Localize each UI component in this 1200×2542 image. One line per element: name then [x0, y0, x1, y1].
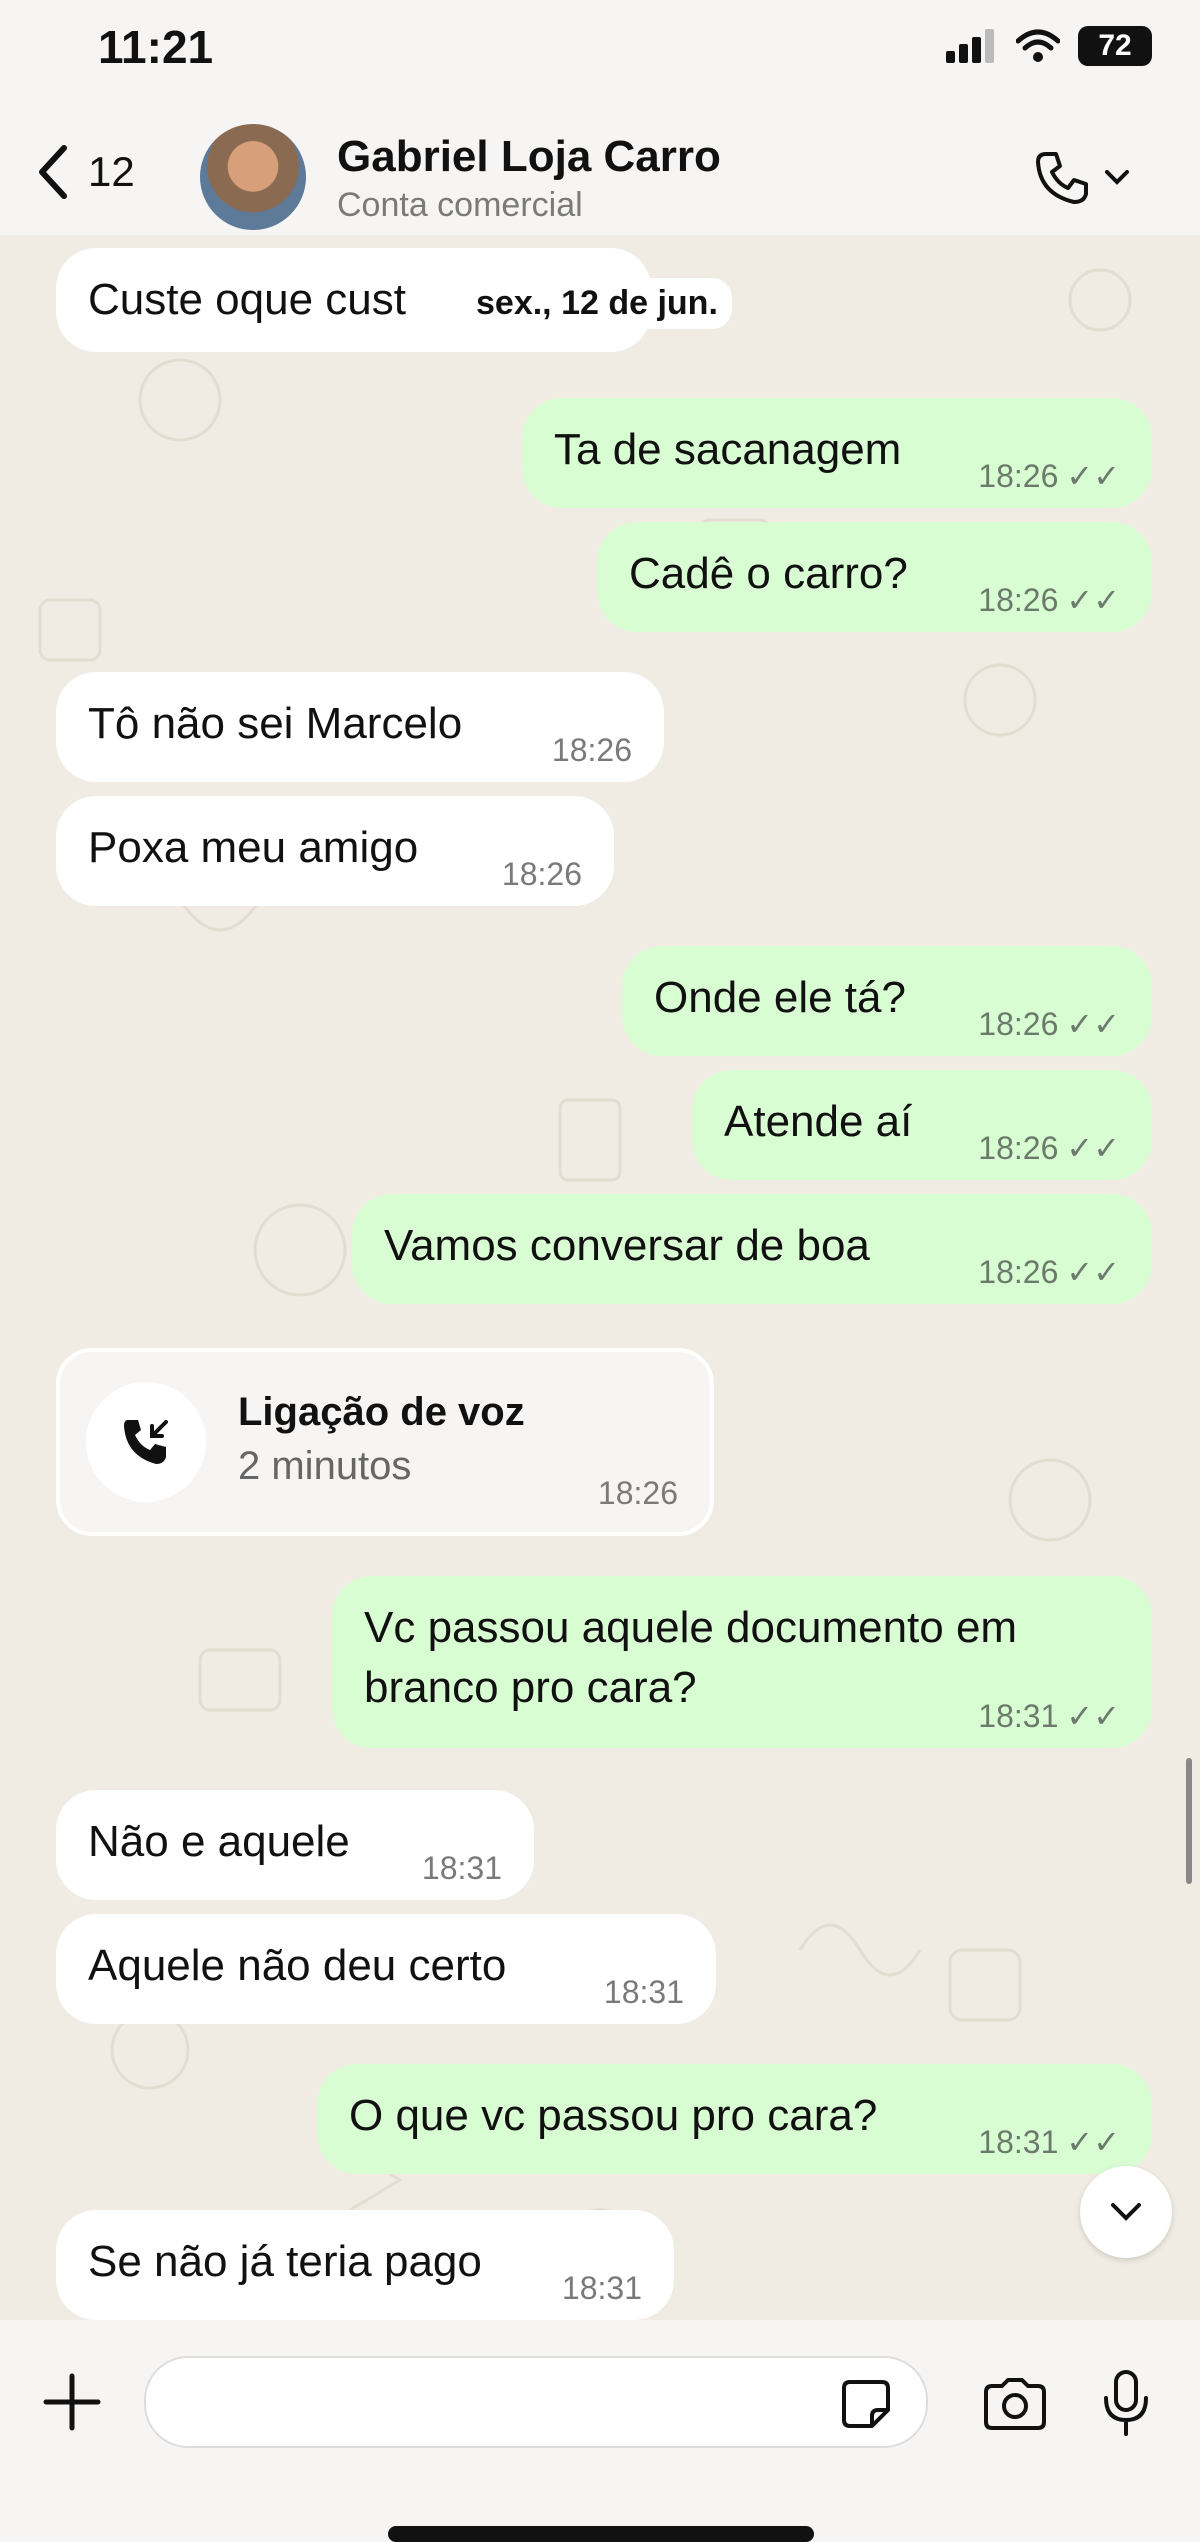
scrollbar[interactable]: [1186, 1758, 1192, 1884]
voice-call-card[interactable]: Ligação de voz 2 minutos 18:26: [56, 1348, 714, 1536]
read-receipt-icon: ✓✓: [1066, 1254, 1120, 1290]
plus-icon: [43, 2373, 101, 2431]
message-input[interactable]: [144, 2356, 928, 2448]
message-meta: 18:26 ✓✓: [978, 1130, 1120, 1166]
voice-call-button[interactable]: [1032, 148, 1130, 208]
sticker-button[interactable]: [838, 2376, 894, 2437]
message-meta: 18:31 ✓✓: [978, 1698, 1120, 1734]
read-receipt-icon: ✓✓: [1066, 582, 1120, 618]
message-meta: 18:31 ✓✓: [978, 2124, 1120, 2160]
signal-icon: [946, 29, 994, 63]
call-time: 18:26: [597, 1475, 678, 1511]
message-bubble[interactable]: Vc passou aquele documento em branco pro…: [332, 1576, 1152, 1748]
incoming-call-icon: [86, 1382, 206, 1502]
chevron-down-icon: [1111, 2203, 1141, 2221]
chevron-left-icon: [39, 145, 67, 199]
message-bubble[interactable]: Se não já teria pago 18:31: [56, 2210, 674, 2320]
message-time: 18:31: [603, 1974, 684, 2010]
message-time: 18:26: [978, 1254, 1059, 1290]
message-time: 18:26: [978, 458, 1059, 494]
message-time: 18:26: [978, 1130, 1059, 1166]
unread-count: 12: [88, 148, 135, 195]
message-bubble[interactable]: Aquele não deu certo 18:31: [56, 1914, 716, 2024]
read-receipt-icon: ✓✓: [1066, 2124, 1120, 2160]
message-bubble[interactable]: Ta de sacanagem 18:26 ✓✓: [522, 398, 1152, 508]
mic-icon: [1104, 2370, 1148, 2436]
message-bubble[interactable]: Onde ele tá? 18:26 ✓✓: [622, 946, 1152, 1056]
scroll-down-button[interactable]: [1080, 2166, 1172, 2258]
message-meta: 18:26 ✓✓: [978, 1006, 1120, 1042]
battery-indicator: 72: [1078, 26, 1152, 66]
read-receipt-icon: ✓✓: [1066, 458, 1120, 494]
message-bubble[interactable]: O que vc passou pro cara? 18:31 ✓✓: [317, 2064, 1152, 2174]
contact-subtitle: Conta comercial: [337, 186, 583, 224]
sticker-icon: [842, 2380, 890, 2428]
chat-header: 12 Gabriel Loja Carro Conta comercial: [0, 110, 1200, 235]
message-time: 18:26: [978, 582, 1059, 618]
message-time: 18:26: [551, 732, 632, 768]
message-bubble[interactable]: Cadê o carro? 18:26 ✓✓: [597, 522, 1152, 632]
camera-icon: [984, 2378, 1046, 2430]
attach-button[interactable]: [40, 2370, 104, 2439]
status-bar: 11:21 72: [0, 0, 1200, 110]
status-time: 11:21: [98, 21, 214, 73]
mic-button[interactable]: [1100, 2368, 1152, 2443]
avatar[interactable]: [200, 124, 306, 230]
message-meta: 18:26 ✓✓: [978, 1254, 1120, 1290]
message-time: 18:31: [421, 1850, 502, 1886]
call-title: Ligação de voz: [238, 1390, 525, 1434]
call-duration: 2 minutos: [238, 1444, 412, 1488]
status-icons: 72: [946, 26, 1152, 66]
message-time: 18:26: [978, 1006, 1059, 1042]
message-bubble[interactable]: Não e aquele 18:31: [56, 1790, 534, 1900]
composer-bar: [0, 2320, 1200, 2542]
back-button[interactable]: 12: [36, 144, 135, 200]
wifi-icon: [1016, 29, 1060, 62]
message-bubble[interactable]: Tô não sei Marcelo 18:26: [56, 672, 664, 782]
message-time: 18:31: [978, 2124, 1059, 2160]
read-receipt-icon: ✓✓: [1066, 1130, 1120, 1166]
phone-icon: [1036, 152, 1088, 204]
message-meta: 18:26 ✓✓: [978, 458, 1120, 494]
contact-name[interactable]: Gabriel Loja Carro: [337, 132, 721, 182]
message-time: 18:31: [978, 1698, 1059, 1734]
message-time: 18:31: [561, 2270, 642, 2306]
message-time: 18:26: [501, 856, 582, 892]
read-receipt-icon: ✓✓: [1066, 1006, 1120, 1042]
read-receipt-icon: ✓✓: [1066, 1698, 1120, 1734]
date-chip: sex., 12 de jun.: [462, 278, 732, 329]
home-indicator[interactable]: [388, 2526, 814, 2542]
chevron-down-icon: [1105, 170, 1129, 185]
message-bubble[interactable]: Poxa meu amigo 18:26: [56, 796, 614, 906]
message-meta: 18:26 ✓✓: [978, 582, 1120, 618]
message-bubble[interactable]: Vamos conversar de boa 18:26 ✓✓: [352, 1194, 1152, 1304]
message-bubble[interactable]: Atende aí 18:26 ✓✓: [692, 1070, 1152, 1180]
camera-button[interactable]: [980, 2376, 1050, 2437]
